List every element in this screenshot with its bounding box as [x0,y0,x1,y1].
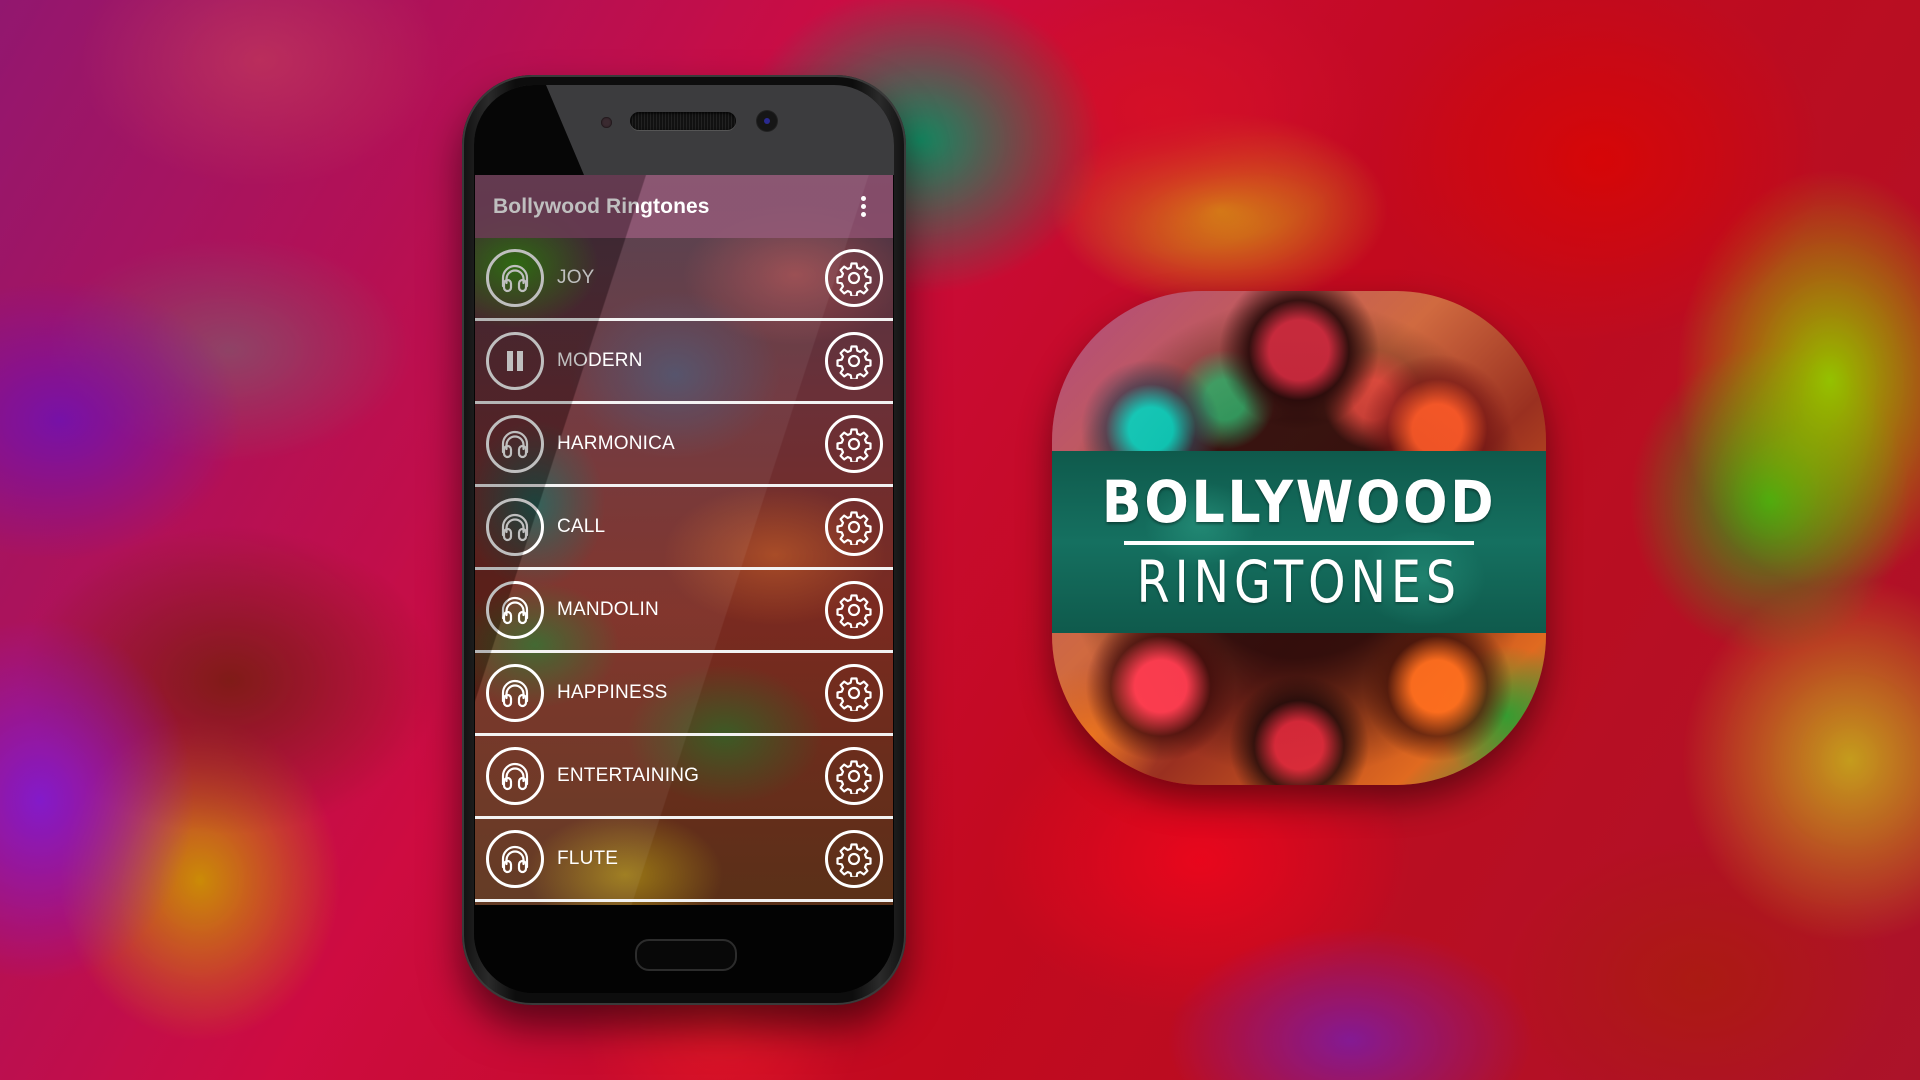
ringtone-settings-button[interactable] [825,332,883,390]
play-button[interactable] [486,830,544,888]
play-button[interactable] [486,664,544,722]
ringtone-row[interactable]: ENTERTAINING [475,736,893,819]
ringtone-row[interactable]: JOY [475,238,893,321]
ringtone-row[interactable]: CALL [475,487,893,570]
proximity-sensor-icon [601,117,612,128]
ringtone-name: MANDOLIN [557,599,659,620]
ringtone-name: HAPPINESS [557,682,668,703]
app-promo-icon: BOLLYWOOD RINGTONES [1052,291,1546,785]
blurred-background [0,0,1920,1080]
ringtone-settings-button[interactable] [825,415,883,473]
ringtone-row[interactable]: FLUTE [475,819,893,902]
headphones-icon [498,842,532,876]
bezel-glare [474,85,584,175]
gear-icon [836,426,872,462]
headphones-icon [498,676,532,710]
app-screen: Bollywood Ringtones JOY MODERN HARMONICA… [475,175,893,905]
play-button[interactable] [486,581,544,639]
pause-icon [500,346,530,376]
pause-button[interactable] [486,332,544,390]
gear-icon [836,758,872,794]
icon-title-divider [1124,541,1474,545]
ringtone-name: ENTERTAINING [557,765,700,786]
gear-icon [836,260,872,296]
headphones-icon [498,593,532,627]
phone-bottom-bezel [474,905,894,993]
ringtone-name: FLUTE [557,848,619,869]
ringtone-row[interactable]: MODERN [475,321,893,404]
more-vert-icon[interactable] [853,193,873,221]
earpiece-speaker-icon [630,112,736,130]
ringtone-settings-button[interactable] [825,581,883,639]
gear-icon [836,592,872,628]
ringtone-name: JOY [557,267,595,288]
ringtone-name: MODERN [557,350,643,371]
headphones-icon [498,261,532,295]
ringtone-settings-button[interactable] [825,498,883,556]
gear-icon [836,509,872,545]
app-toolbar: Bollywood Ringtones [475,175,893,238]
headphones-icon [498,427,532,461]
ringtone-settings-button[interactable] [825,664,883,722]
ringtone-name: HARMONICA [557,433,675,454]
ringtone-row[interactable]: HAPPINESS [475,653,893,736]
headphones-icon [498,759,532,793]
gear-icon [836,343,872,379]
front-camera-icon [757,111,777,131]
ringtone-row[interactable]: MANDOLIN [475,570,893,653]
headphones-icon [498,510,532,544]
gear-icon [836,841,872,877]
icon-title-ringtones: RINGTONES [1136,548,1462,616]
home-button[interactable] [635,939,737,971]
phone-top-bezel [474,85,894,175]
play-button[interactable] [486,415,544,473]
ringtone-settings-button[interactable] [825,249,883,307]
ringtone-list: JOY MODERN HARMONICA CALL MANDOLIN HAPPI… [475,238,893,902]
play-button[interactable] [486,249,544,307]
play-button[interactable] [486,498,544,556]
app-title: Bollywood Ringtones [493,194,710,218]
icon-title-band: BOLLYWOOD RINGTONES [1052,451,1546,633]
gear-icon [836,675,872,711]
icon-title-bollywood: BOLLYWOOD [1101,468,1497,536]
ringtone-name: CALL [557,516,606,537]
phone-mockup: Bollywood Ringtones JOY MODERN HARMONICA… [462,75,906,1005]
phone-body: Bollywood Ringtones JOY MODERN HARMONICA… [474,85,894,993]
ringtone-row[interactable]: HARMONICA [475,404,893,487]
ringtone-settings-button[interactable] [825,747,883,805]
play-button[interactable] [486,747,544,805]
ringtone-settings-button[interactable] [825,830,883,888]
